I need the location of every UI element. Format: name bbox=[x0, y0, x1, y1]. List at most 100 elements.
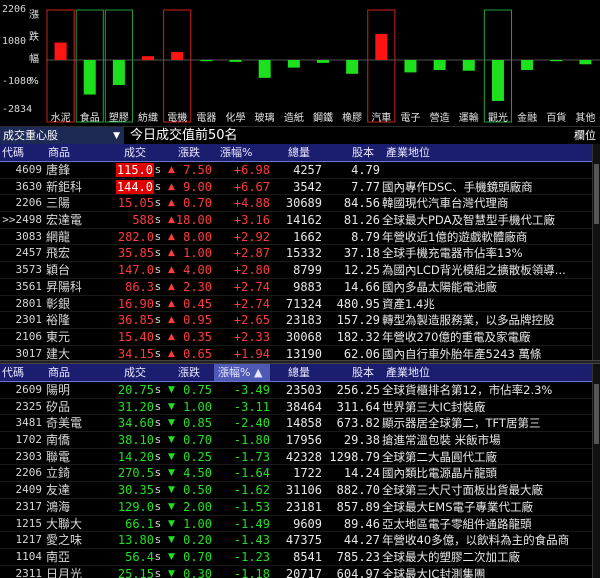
pct-value: -1.73 bbox=[233, 449, 270, 464]
capital-value: 44.27 bbox=[343, 533, 380, 548]
stock-name[interactable]: 三陽 bbox=[46, 195, 94, 211]
pct-value: +6.98 bbox=[233, 163, 270, 177]
table-row[interactable]: 2303 聯電 14.20 s ▼ 0.25 -1.73 42328 1298.79 全球第二大晶… bbox=[0, 449, 600, 466]
stock-name[interactable]: 裕隆 bbox=[46, 312, 94, 328]
stock-name[interactable]: 奇美電 bbox=[46, 415, 94, 431]
col-volume[interactable]: 總量 bbox=[288, 144, 310, 161]
volume-value: 14162 bbox=[285, 213, 322, 228]
col-code[interactable]: 代碼 bbox=[2, 144, 24, 161]
col-pct-sorted[interactable]: 漲幅% ▲ bbox=[214, 364, 270, 381]
stock-name[interactable]: 穎台 bbox=[46, 262, 94, 278]
volume-value: 17956 bbox=[285, 433, 322, 448]
stock-name[interactable]: 飛宏 bbox=[46, 245, 94, 261]
stock-name[interactable]: 彰銀 bbox=[46, 296, 94, 312]
table-row[interactable]: 3481 奇美電 34.60 s ▼ 0.85 -2.40 14858 673.82 顯示器居全球… bbox=[0, 415, 600, 433]
volume-value: 38464 bbox=[285, 399, 322, 414]
x-tick-label: 運輸 bbox=[459, 111, 479, 124]
col-volume[interactable]: 總量 bbox=[288, 364, 310, 381]
stock-name[interactable]: 南亞 bbox=[46, 549, 94, 565]
unit-label: s bbox=[155, 533, 161, 547]
table-row[interactable]: 2206 立錡 270.5 s ▼ 4.50 -1.64 1722 14.24 國內類比電源晶片龍… bbox=[0, 465, 600, 483]
capital-value: 311.64 bbox=[336, 399, 380, 414]
columns-button[interactable]: 欄位 bbox=[574, 127, 596, 145]
bar-營造 bbox=[433, 60, 446, 70]
unit-label: s bbox=[155, 433, 161, 447]
col-capital[interactable]: 股本 bbox=[352, 144, 374, 161]
table-header: 代碼 商品 成交 漲跌 漲幅% ▲ 總量 股本 產業地位 bbox=[0, 364, 600, 382]
x-tick-label: 電器 bbox=[196, 112, 216, 124]
stock-name[interactable]: 友達 bbox=[46, 482, 94, 498]
col-name[interactable]: 商品 bbox=[48, 144, 70, 161]
stock-name[interactable]: 宏達電 bbox=[46, 212, 94, 228]
table-row[interactable]: 3630 新鉅科 144.0 s ▲ 9.00 +6.67 3542 7.77 國內專作DSC、手… bbox=[0, 179, 600, 196]
table-row[interactable]: 2311 日月光 25.15 s ▼ 0.30 -1.18 20717 604.97 全球最大IC… bbox=[0, 566, 600, 578]
table-row[interactable]: 2106 東元 15.40 s ▲ 0.35 +2.33 30068 182.32 年營收270億… bbox=[0, 329, 600, 346]
table-row[interactable]: 1104 南亞 56.4 s ▼ 0.70 -1.23 8541 785.23 全球最大的塑膠二次… bbox=[0, 549, 600, 566]
price-value: 16.90 bbox=[117, 296, 154, 311]
y-axis-title-char: % bbox=[29, 76, 39, 87]
bar-運輸 bbox=[462, 60, 475, 71]
col-desc[interactable]: 產業地位 bbox=[386, 364, 430, 381]
col-price[interactable]: 成交 bbox=[124, 144, 146, 161]
group-selector[interactable]: 成交重心股 ▼ bbox=[0, 127, 124, 145]
table-row[interactable]: 2325 矽品 31.20 s ▼ 1.00 -3.11 38464 311.64 世界第三大IC… bbox=[0, 399, 600, 416]
table-row[interactable]: 2801 彰銀 16.90 s ▲ 0.45 +2.74 71324 480.95 資產1.4兆 bbox=[0, 296, 600, 313]
change-value: 1.00 bbox=[183, 246, 212, 261]
volume-value: 23503 bbox=[285, 383, 322, 397]
table-row[interactable]: 2457 飛宏 35.85 s ▲ 1.00 +2.87 15332 37.18 全球手機充電器市… bbox=[0, 245, 600, 263]
volume-value: 1722 bbox=[293, 466, 322, 481]
unit-label: s bbox=[155, 263, 161, 277]
stock-name[interactable]: 鴻海 bbox=[46, 499, 94, 515]
table-row[interactable]: 3573 穎台 147.0 s ▲ 4.00 +2.80 8799 12.25 為國內LCD背光模… bbox=[0, 262, 600, 279]
x-tick-label: 汽車 bbox=[371, 111, 391, 124]
price-value: 36.85 bbox=[117, 313, 154, 328]
stock-name[interactable]: 大聯大 bbox=[46, 516, 94, 532]
stock-name[interactable]: 聯電 bbox=[46, 449, 94, 465]
col-name[interactable]: 商品 bbox=[48, 364, 70, 381]
col-price[interactable]: 成交 bbox=[124, 364, 146, 381]
stock-name[interactable]: 愛之味 bbox=[46, 532, 94, 548]
table-row[interactable]: 4609 唐鋒 115.0 s ▲ 7.50 +6.98 4257 4.79 bbox=[0, 162, 600, 179]
stock-name[interactable]: 南僑 bbox=[46, 432, 94, 448]
stock-name[interactable]: 日月光 bbox=[46, 566, 94, 578]
change-value: 18.00 bbox=[175, 213, 212, 228]
x-tick-label: 橡膠 bbox=[342, 111, 362, 124]
stock-name[interactable]: 矽品 bbox=[46, 399, 94, 415]
col-change[interactable]: 漲跌 bbox=[178, 364, 200, 381]
bottom-scrollbar[interactable] bbox=[592, 364, 600, 578]
table-row[interactable]: 3083 網龍 282.0 s ▲ 8.00 +2.92 1662 8.79 年營收近1億的遊戲軟… bbox=[0, 229, 600, 246]
table-row[interactable]: 2206 三陽 15.05 s ▲ 0.70 +4.88 30689 84.56 韓國現代汽車台灣… bbox=[0, 195, 600, 213]
x-tick-label: 紡織 bbox=[138, 111, 158, 124]
table-row[interactable]: 2609 陽明 20.75 s ▼ 0.75 -3.49 23503 256.25 全球貨櫃排名第… bbox=[0, 382, 600, 399]
stock-name[interactable]: 陽明 bbox=[46, 382, 94, 398]
losers-rows: 2609 陽明 20.75 s ▼ 0.75 -3.49 23503 256.25 全球貨櫃排名第… bbox=[0, 382, 600, 578]
stock-code: 2609 bbox=[15, 383, 43, 396]
table-row[interactable]: 2301 裕隆 36.85 s ▲ 0.95 +2.65 23183 157.29 轉型為製造服務… bbox=[0, 312, 600, 329]
table-row[interactable]: >>2498 宏達電 588 s ▲ 18.00 +3.16 14162 81.26 全球最大PD… bbox=[0, 212, 600, 229]
col-change[interactable]: 漲跌 bbox=[178, 144, 200, 161]
stock-name[interactable]: 東元 bbox=[46, 329, 94, 345]
table-row[interactable]: 1702 南僑 38.10 s ▼ 0.70 -1.80 17956 29.38 搶進常溫包裝 米… bbox=[0, 432, 600, 449]
table-row[interactable]: 1215 大聯大 66.1 s ▼ 1.00 -1.49 9609 89.46 亞太地區電子零組件… bbox=[0, 516, 600, 533]
unit-label: s bbox=[155, 329, 161, 343]
stock-name[interactable]: 昇陽科 bbox=[46, 279, 94, 295]
x-tick-label: 營造 bbox=[430, 111, 450, 124]
table-row[interactable]: 2409 友達 30.35 s ▼ 0.50 -1.62 31106 882.70 全球第三大尺寸… bbox=[0, 482, 600, 499]
price-cell: 66.1 bbox=[96, 516, 154, 532]
stock-name[interactable]: 網龍 bbox=[46, 229, 94, 245]
col-desc[interactable]: 產業地位 bbox=[386, 144, 430, 161]
stock-name[interactable]: 立錡 bbox=[46, 465, 94, 481]
col-capital[interactable]: 股本 bbox=[352, 364, 374, 381]
pct-value: -3.49 bbox=[233, 383, 270, 397]
col-pct[interactable]: 漲幅% bbox=[220, 144, 252, 161]
price-cell: 129.0 bbox=[96, 499, 154, 515]
table-row[interactable]: 3561 昇陽科 86.3 s ▲ 2.30 +2.74 9883 14.66 國內多晶太陽能電池… bbox=[0, 279, 600, 296]
stock-name[interactable]: 新鉅科 bbox=[46, 179, 94, 195]
top-scrollbar[interactable] bbox=[592, 144, 600, 360]
col-code[interactable]: 代碼 bbox=[2, 364, 24, 381]
table-row[interactable]: 1217 愛之味 13.80 s ▼ 0.20 -1.43 47375 44.27 年營收40多億… bbox=[0, 532, 600, 549]
table-row[interactable]: 2317 鴻海 129.0 s ▼ 2.00 -1.53 23181 857.89 全球最大EMS… bbox=[0, 499, 600, 516]
industry-desc: 全球最大IC封測集團 bbox=[382, 566, 486, 578]
pct-value: +2.92 bbox=[233, 229, 270, 244]
stock-name[interactable]: 唐鋒 bbox=[46, 162, 94, 178]
